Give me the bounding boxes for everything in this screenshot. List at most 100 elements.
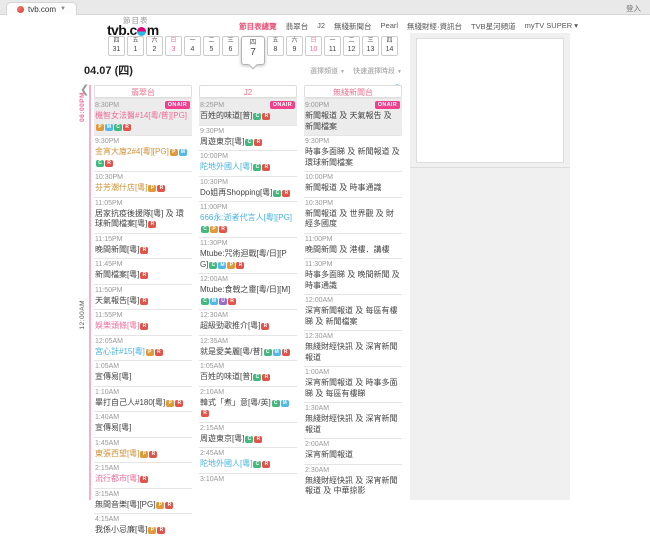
program-title[interactable]: 宣傳易[粵] [95,423,190,434]
nav-item-star-river[interactable]: TVB星河頻道 [471,21,516,32]
program-badge-icon: C [271,399,280,407]
program-time-row: 2:00AM [305,441,400,448]
program-title[interactable]: 超級勁歌推介[粵] R [200,321,295,332]
nav-item-j2[interactable]: J2 [317,21,325,32]
date-cell-4[interactable]: 一4 [184,36,201,56]
date-cell-31[interactable]: 四 31 [108,36,125,56]
program-title[interactable]: Mtube:咒術迴戰[粵/日][PG] C M P R [200,249,295,270]
program-title[interactable]: 居家抗疫後援隊[粵] 及 環球新聞檔案[粵] R [95,209,190,230]
program-title[interactable]: 周遊東京[粵] C R [200,434,295,445]
program-title[interactable]: 新聞報道 及 時事通識 [305,183,400,194]
date-cell-10[interactable]: 日 10 [305,36,322,56]
browser-tab[interactable]: tvb.com ▼ [6,2,77,15]
program-time-row: 11:45PM [95,261,190,268]
nav-item-finance-info[interactable]: 無綫財經·資訊台 [407,21,462,32]
program-title[interactable]: 時事多面睇 及 晚間新聞 及 時事通識 [305,270,400,291]
program-title[interactable]: 宣傳易[粵] [95,372,190,383]
program-title[interactable]: 無綫財經快訊 及 深宵新聞報道 [305,414,400,435]
nav-item-pearl[interactable]: Pearl [381,21,399,32]
program-title[interactable]: 晚間新聞 及 港樓．講樓 [305,245,400,256]
time-select-dropdown[interactable]: 快速選擇時段 ▼ [353,66,402,76]
program-time: 9:30PM [95,138,120,145]
program-entry: 11:30PM 時事多面睇 及 晚間新聞 及 時事通識 [304,258,402,294]
chevron-down-icon: ▼ [397,69,402,75]
program-entry: 11:05PM 居家抗疫後援隊[粵] 及 環球新聞檔案[粵] R [94,196,192,233]
channel-header-news[interactable]: 無綫新聞台 [304,85,402,98]
program-title[interactable]: 流行都市[粵] R [95,474,190,485]
date-cell-2[interactable]: 六2 [146,36,163,56]
program-time-row: 2:30AM [305,467,400,474]
date-cell-14[interactable]: 四 14 [381,36,398,56]
date-cell-11[interactable]: 一 11 [324,36,341,56]
channel-header-j2[interactable]: J2 [199,85,297,98]
program-title[interactable]: 陀地外國人[粵] C R [200,459,295,470]
program-title[interactable]: 機智女法醫#14[粵/普][PG]P M C R [95,111,190,132]
program-title[interactable]: 666永:逝者代言人[粵][PG]C P R [200,213,295,234]
program-entry: 11:50PM 天氣報告[粵] R [94,283,192,310]
program-title[interactable]: 新聞報道 及 世界觀 及 財經多國度 [305,209,400,230]
browser-topbar: tvb.com ▼ 登入 [0,0,650,15]
program-title[interactable]: 東張西望[粵] P R [95,449,190,460]
date-cell-1[interactable]: 五1 [127,36,144,56]
program-time-row: 9:00PM ONAIR [305,101,400,109]
date-cell-number: 5 [209,46,214,53]
program-title[interactable]: 陀地外國人[粵] C R [200,162,295,173]
program-title[interactable]: 天氣報告[粵] R [95,296,190,307]
nav-item-overview[interactable]: 節目表總覽 [239,21,277,32]
program-title[interactable]: 周遊東京[粵] C R [200,137,295,148]
program-title[interactable]: 韓式「煮」意[粵/英] C MR [200,398,295,419]
program-title[interactable]: 深宵新聞報道 及 每區有樓睇 及 新聞檔案 [305,306,400,327]
channel-header-jade[interactable]: 翡翠台 [94,85,192,98]
program-entry: 11:00PM 晚間新聞 及 港樓．講樓 [304,232,402,259]
program-title[interactable]: 娛樂頭條[粵] R [95,321,190,332]
date-cell-12[interactable]: 二 12 [343,36,360,56]
program-entry: 3:10AM [199,472,297,486]
program-title[interactable]: 無綫財經快訊 及 深宵新聞報道 及 中華掠影 [305,476,400,497]
program-title[interactable]: 百姓的味道[普] C R [200,111,295,122]
program-time-row: 12:00AM [200,276,295,283]
login-link[interactable]: 登入 [626,3,641,14]
date-cell-6[interactable]: 三6 [222,36,239,56]
nav-item-mytv-super[interactable]: myTV SUPER ▾ [525,21,578,32]
ad-placeholder[interactable] [416,38,564,163]
program-time-row: 12:00AM [305,297,400,304]
date-cell-dow: 一 [189,38,196,44]
channel-column-news: 無綫新聞台 9:00PM ONAIR 新聞報道 及 天氣報告 及 新聞檔案 9:30PM… [304,85,402,539]
program-title[interactable]: 時事多面睇 及 新聞報道 及 環球新聞檔案 [305,147,400,168]
date-cell-7[interactable]: 四7 [241,36,265,65]
program-title[interactable]: 深宵新聞報道 [305,450,400,461]
program-title[interactable]: 新聞報道 及 天氣報告 及 新聞檔案 [305,111,400,132]
program-title[interactable]: 我係小忌廉[粵] P R [95,525,190,536]
program-title[interactable]: 金宵大廈2#4[粵][PG] P MC R [95,147,190,168]
nav-item-jade[interactable]: 翡翠台 [286,21,309,32]
program-time: 9:30PM [200,127,225,135]
program-title[interactable]: Mtube:食戟之靈[粵/日][M]C M U R [200,285,295,306]
chevron-down-icon[interactable]: ▼ [60,6,66,12]
program-time-row: 12:35AM [200,338,295,345]
date-cell-3[interactable]: 日3 [165,36,182,56]
program-entry: 11:00PM 666永:逝者代言人[粵][PG]C P R [199,201,297,237]
program-time-row: 4:15AM [95,516,190,523]
date-cell-9[interactable]: 六9 [286,36,303,56]
date-cell-8[interactable]: 五8 [267,36,284,56]
program-badge-icon: R [281,348,290,356]
program-title[interactable]: 深宵新聞報道 及 時事多面睇 及 每區有樓睇 [305,378,400,399]
program-title[interactable]: 晚間新聞[粵] R [95,245,190,256]
channel-select-dropdown[interactable]: 選擇頻道 ▼ [310,66,345,76]
program-title[interactable]: 就是愛美麗[粵/普] C M R [200,347,295,358]
program-title[interactable]: 畢打自己人#180[粵] P R [95,398,190,409]
program-title[interactable]: 新聞檔案[粵] R [95,270,190,281]
program-badge-icon: C [253,113,262,120]
program-title[interactable]: Do姐再Shopping[粵] C R [200,188,295,199]
date-cell-13[interactable]: 三 13 [362,36,379,56]
program-badge-icon: M [210,297,218,305]
program-title[interactable]: 宮心計#15[粵] P R [95,347,190,358]
program-entry: 1:05AM 宣傳易[粵] [94,360,192,386]
program-title[interactable]: 百姓的味道[普] C R [200,372,295,383]
program-title[interactable]: 無間音樂[粵][PG] P R [95,500,190,511]
date-cell-5[interactable]: 二5 [203,36,220,56]
channel-column-j2: J2 8:25PM ONAIR 百姓的味道[普] C R 9:30PM 周遊東京[粵] C R 10… [199,85,297,539]
program-title[interactable]: 無綫財經快訊 及 深宵新聞報道 [305,342,400,363]
nav-item-news-channel[interactable]: 無綫新聞台 [334,21,372,32]
program-title[interactable]: 芬芳潮什店[粵] P R [95,183,190,194]
